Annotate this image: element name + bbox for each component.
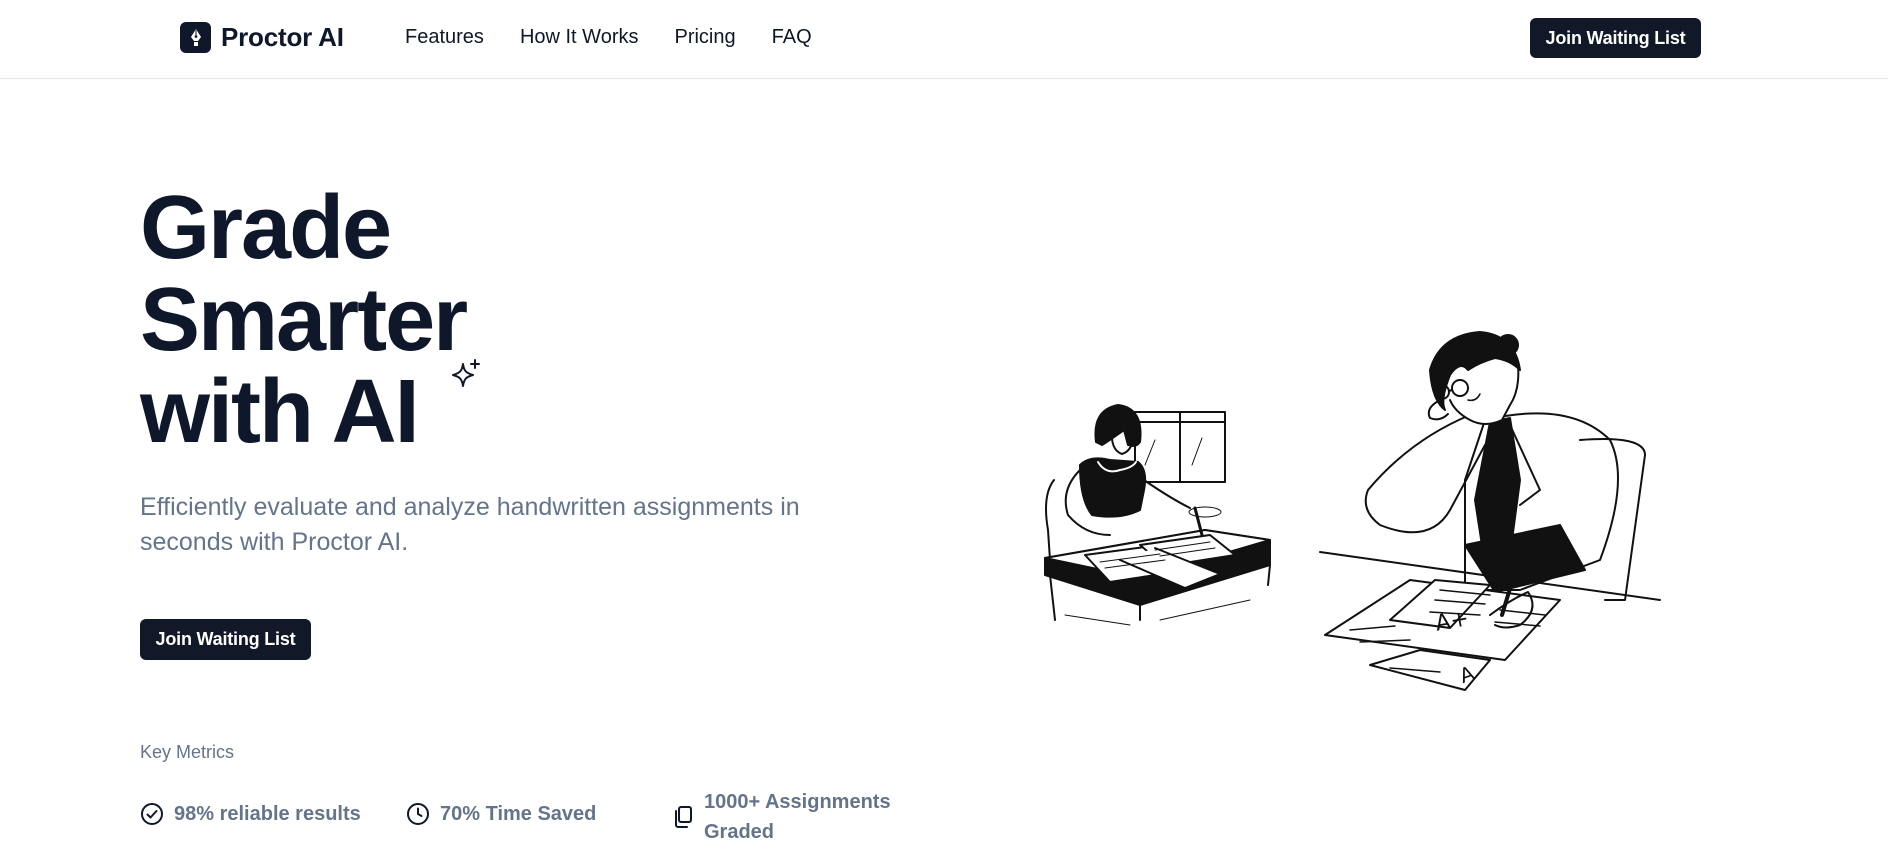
nav-features[interactable]: Features [405,26,484,49]
hero-title-line-2: Smarter [140,270,468,370]
metric-text: 70% Time Saved [440,802,597,825]
brand-name: Proctor AI [221,22,344,52]
pen-nib-icon [180,22,211,53]
brand-logo[interactable]: Proctor AI [180,22,344,53]
copy-documents-icon [675,806,692,828]
metric-text: 1000+ Assignments Graded [704,791,891,843]
student-at-desk-illustration [1044,404,1271,626]
metric-assignments-graded: 1000+ Assignments Graded [672,787,904,847]
nav-pricing[interactable]: Pricing [674,26,735,49]
nav-how-it-works[interactable]: How It Works [520,26,639,49]
teacher-grading-illustration: A+ A [1319,331,1661,691]
main-nav: Features How It Works Pricing FAQ [405,26,812,49]
metric-text: 98% reliable results [174,802,361,825]
nav-faq[interactable]: FAQ [772,26,812,49]
sparkle-icon [452,359,480,387]
key-metrics-label: Key Metrics [140,742,235,762]
hero-title-line-1: Grade [140,178,392,278]
metric-reliable-results: 98% reliable results [140,802,361,826]
site-header: Proctor AI Features How It Works Pricing… [0,0,1888,79]
check-circle-icon [141,803,163,825]
header-join-waiting-list-button[interactable]: Join Waiting List [1530,18,1701,58]
hero-subtitle: Efficiently evaluate and analyze handwri… [140,493,800,556]
hero-title: Grade Smarter with AI [140,178,468,462]
metric-time-saved: 70% Time Saved [406,802,596,826]
hero-title-line-3: with AI [140,362,420,462]
grading-illustration: A+ A [1044,331,1661,691]
clock-icon [407,803,429,825]
hero-join-waiting-list-button[interactable]: Join Waiting List [140,619,311,660]
